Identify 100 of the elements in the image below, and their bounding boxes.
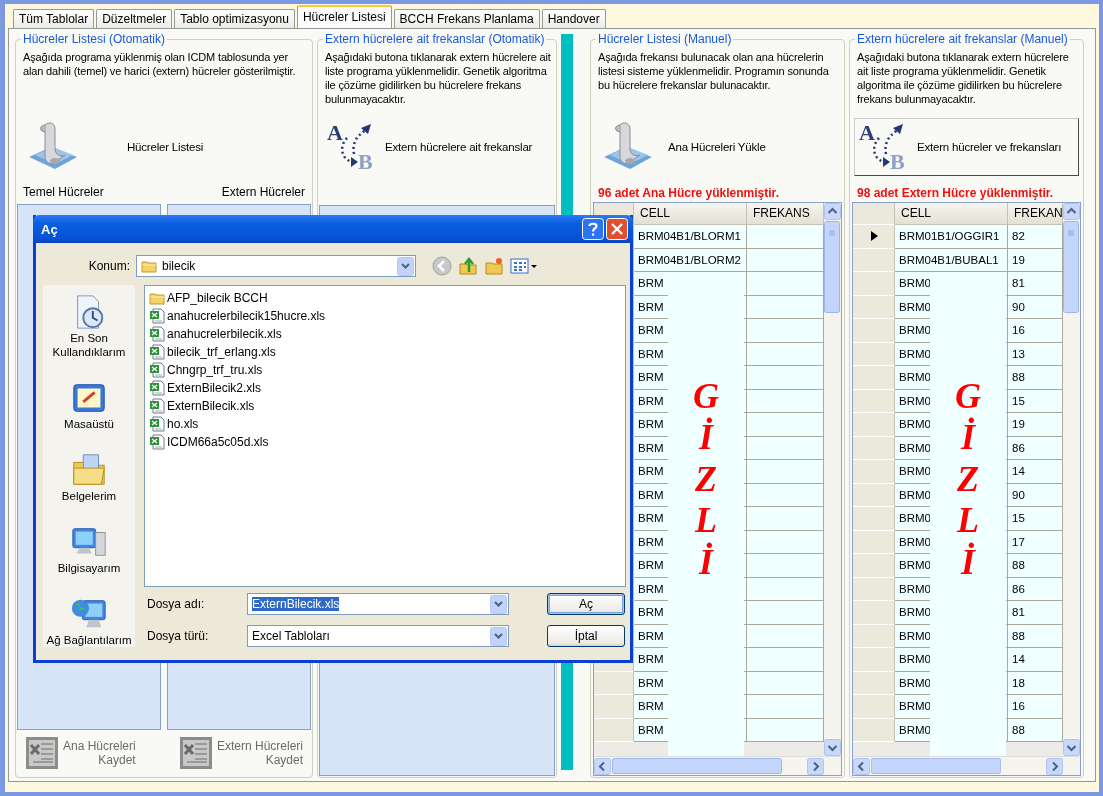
file-item[interactable]: ExternBilecik.xls (149, 397, 621, 415)
table-cell: 88 (1008, 554, 1063, 578)
table-cell: BRM04B1/BLORM1 (634, 225, 747, 249)
table-cell: 86 (1008, 436, 1063, 460)
scroll-up-button[interactable] (824, 203, 841, 220)
file-item[interactable]: Chngrp_trf_tru.xls (149, 361, 621, 379)
spreadsheet-file-icon (149, 326, 165, 342)
scrollbar-thumb[interactable] (824, 221, 840, 313)
table-cell: 14 (1008, 460, 1063, 484)
tab[interactable]: Düzeltmeler (96, 9, 173, 28)
file-item[interactable]: bilecik_trf_erlang.xls (149, 343, 621, 361)
load-button[interactable]: A B Extern hücreler ve frekansları (854, 118, 1079, 176)
description-text: Aşağıdaki butona tıklanarak extern hücrelere ait liste programa yüklenmelidir. Genetik algoritma ile çözüme gidilirken bu hücrelere frekans bulunmayacaktır. (324, 50, 552, 107)
scrollbar-thumb[interactable] (612, 758, 782, 774)
place-item[interactable]: Ağ Bağlantılarım (44, 595, 134, 647)
column-header[interactable]: CELL (895, 203, 1008, 225)
back-icon[interactable] (432, 256, 452, 276)
table-cell: 15 (1008, 389, 1063, 413)
scroll-up-button[interactable] (1063, 203, 1080, 220)
file-item[interactable]: ICDM66a5c05d.xls (149, 433, 621, 451)
tab[interactable]: BCCH Frekans Planlama (393, 9, 540, 28)
table-cell: 90 (1008, 483, 1063, 507)
table-cell: 19 (1008, 248, 1063, 272)
file-name-field[interactable]: ExternBilecik.xls (247, 593, 509, 615)
location-dropdown[interactable]: bilecik (136, 255, 416, 277)
help-button[interactable] (582, 218, 604, 240)
table-cell: BRM01B1/OGGIR1 (895, 225, 1008, 249)
tab[interactable]: Hücreler Listesi (296, 5, 392, 28)
load-button[interactable]: Ana Hücreleri Yükle (595, 118, 840, 176)
load-button[interactable]: A B Extern hücrelere ait frekanslar (322, 118, 552, 176)
open-button[interactable]: Aç (547, 593, 625, 615)
button-label: Ana Hücreleri Yükle (668, 141, 766, 153)
spreadsheet-file-icon (149, 362, 165, 378)
icon-letter: B (358, 151, 373, 173)
place-item[interactable]: En Son Kullandıklarım (43, 293, 135, 359)
button-label: Extern hücreler ve frekansları (917, 141, 1062, 153)
scroll-right-button[interactable] (1046, 757, 1063, 775)
file-type-dropdown[interactable]: Excel Tabloları (247, 625, 509, 647)
button-label: Extern hücrelere ait frekanslar (385, 141, 533, 153)
column-header[interactable]: FREKANS (747, 203, 824, 225)
table-cell: 88 (1008, 624, 1063, 648)
file-item[interactable]: ho.xls (149, 415, 621, 433)
tab[interactable]: Handover (541, 9, 606, 28)
close-button[interactable] (606, 218, 628, 240)
status-text: 98 adet Extern Hücre yüklenmiştir. (856, 185, 1055, 202)
place-item[interactable]: Masaüstü (62, 379, 116, 431)
scrollbar-thumb[interactable] (1063, 221, 1079, 313)
spreadsheet-file-icon (149, 380, 165, 396)
description-text: Aşağıda frekansı bulunacak olan ana hücrelerin listesi sisteme yüklenmelidir. Programın sonunda bu hücrelere frekanslar bulunacaktır. (597, 50, 830, 93)
view-menu-icon[interactable] (510, 256, 538, 276)
table-cell: 18 (1008, 671, 1063, 695)
up-folder-icon[interactable] (458, 256, 478, 276)
scroll-down-button[interactable] (1063, 739, 1080, 756)
icon-letter: A (327, 122, 343, 144)
scrollbar-thumb[interactable] (871, 758, 1001, 774)
column-header[interactable]: FREKAN (1008, 203, 1063, 225)
group-title: Extern hücrelere ait frekanslar (Manuel) (856, 32, 1069, 46)
field-label: Dosya türü: (146, 629, 210, 643)
file-item[interactable]: ExternBilecik2.xls (149, 379, 621, 397)
cancel-button[interactable]: İptal (547, 625, 625, 647)
place-item[interactable]: Belgelerim (59, 451, 119, 503)
scroll-down-button[interactable] (824, 739, 841, 756)
status-text: 96 adet Ana Hücre yüklenmiştir. (597, 185, 780, 202)
description-text: Aşağıda programa yüklenmiş olan ICDM tablosunda yer alan dahili (temel) ve harici (extern) hücreler gösterilmiştir. (22, 50, 297, 79)
file-item[interactable]: AFP_bilecik BCCH (149, 289, 621, 307)
table-cell: 90 (1008, 295, 1063, 319)
file-item[interactable]: anahucrelerbilecik.xls (149, 325, 621, 343)
row-pointer-icon (869, 231, 878, 242)
scroll-right-button[interactable] (807, 757, 824, 775)
scroll-left-button[interactable] (594, 757, 611, 775)
table-cell: 16 (1008, 319, 1063, 343)
list-label: Extern Hücreler (221, 185, 305, 201)
icon-letter: A (859, 122, 875, 144)
spreadsheet-file-icon (149, 344, 165, 360)
column-header[interactable]: CELL (634, 203, 747, 225)
list-label: Temel Hücreler (23, 185, 104, 201)
field-label: Konum: (87, 259, 131, 273)
spreadsheet-file-icon (149, 416, 165, 432)
place-item[interactable]: Bilgisayarım (55, 523, 123, 575)
file-item[interactable]: anahucrelerbilecik15hucre.xls (149, 307, 621, 325)
tab[interactable]: Tablo optimizasyonu (174, 9, 295, 28)
scroll-left-button[interactable] (853, 757, 870, 775)
spreadsheet-file-icon (149, 434, 165, 450)
table-cell: 86 (1008, 577, 1063, 601)
table-cell: 14 (1008, 648, 1063, 672)
table-cell: 88 (1008, 718, 1063, 742)
group-title: Hücreler Listesi (Otomatik) (22, 32, 167, 46)
button-label: Hücreler Listesi (127, 141, 204, 153)
table-cell: 17 (1008, 530, 1063, 554)
new-folder-icon[interactable] (484, 256, 504, 276)
table-cell: BRM04B1/BUBAL1 (895, 248, 1008, 272)
table-cell: 13 (1008, 342, 1063, 366)
load-button[interactable]: Hücreler Listesi (20, 118, 308, 176)
field-label: Dosya adı: (146, 597, 206, 611)
folder-icon (141, 258, 157, 274)
row-header[interactable] (853, 225, 895, 249)
table-cell: 88 (1008, 366, 1063, 390)
spreadsheet-icon (25, 736, 59, 770)
spreadsheet-file-icon (149, 308, 165, 324)
tab[interactable]: Tüm Tablolar (13, 9, 95, 28)
